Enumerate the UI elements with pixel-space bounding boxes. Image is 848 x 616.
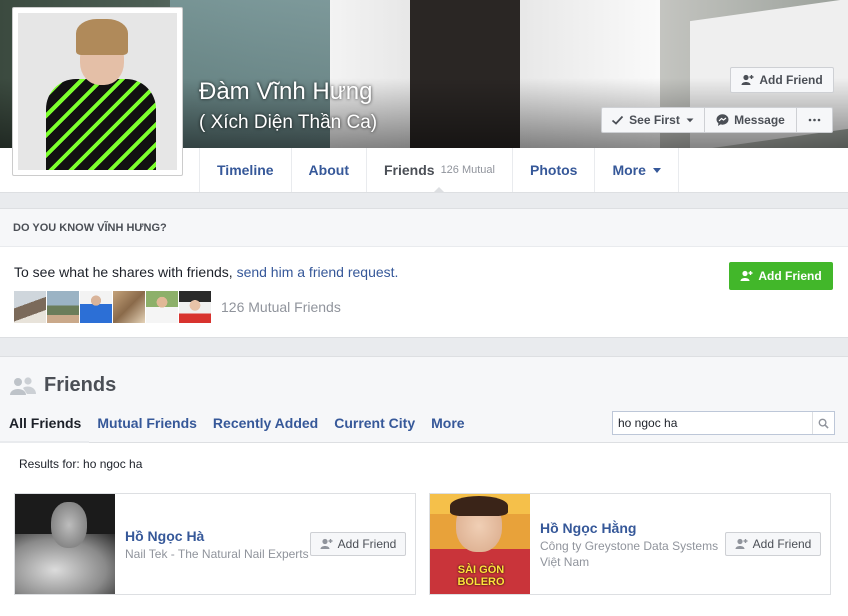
mutual-badge: 126 Mutual bbox=[440, 164, 495, 176]
add-friend-icon bbox=[740, 270, 753, 281]
add-friend-icon bbox=[741, 74, 754, 85]
avatar-body bbox=[46, 79, 156, 170]
filter-all-friends[interactable]: All Friends bbox=[0, 415, 90, 443]
friends-search bbox=[612, 411, 835, 435]
add-friend-button[interactable]: Add Friend bbox=[725, 532, 821, 556]
friends-filter-tabs: All Friends Mutual Friends Recently Adde… bbox=[0, 415, 465, 443]
friend-location: Việt Nam bbox=[540, 555, 590, 569]
filter-recently-added[interactable]: Recently Added bbox=[213, 415, 318, 431]
profile-alias: ( Xích Diện Thần Ca) bbox=[199, 112, 378, 133]
friend-photo-hair bbox=[450, 496, 508, 516]
friends-section: Friends All Friends Mutual Friends Recen… bbox=[0, 356, 848, 616]
friend-card: SÀI GÒN BOLERO Hồ Ngọc Hằng Công ty Grey… bbox=[429, 493, 831, 595]
messenger-icon bbox=[716, 114, 729, 126]
profile-name[interactable]: Đàm Vĩnh Hưng bbox=[199, 78, 372, 106]
friend-workplace[interactable]: Nail Tek - The Natural Nail Experts bbox=[125, 546, 309, 562]
friends-title: Friends bbox=[10, 374, 116, 397]
search-button[interactable] bbox=[812, 412, 834, 434]
tab-friends[interactable]: Friends 126 Mutual bbox=[365, 148, 512, 193]
filter-mutual-friends[interactable]: Mutual Friends bbox=[97, 415, 197, 431]
message-label: Message bbox=[734, 113, 785, 127]
add-friend-label: Add Friend bbox=[337, 537, 397, 551]
tab-label: Friends bbox=[383, 162, 435, 178]
filter-more[interactable]: More bbox=[431, 415, 464, 431]
friend-photo[interactable]: SÀI GÒN BOLERO bbox=[430, 494, 530, 594]
chevron-down-icon bbox=[686, 118, 694, 123]
friend-photo[interactable] bbox=[15, 494, 115, 594]
results-label: Results for: ho ngoc ha bbox=[19, 457, 143, 471]
tab-label: Photos bbox=[530, 162, 578, 178]
tab-photos[interactable]: Photos bbox=[512, 148, 594, 192]
tab-label: More bbox=[612, 162, 646, 178]
check-icon bbox=[612, 115, 624, 125]
see-first-button[interactable]: See First bbox=[601, 107, 705, 133]
filter-current-city[interactable]: Current City bbox=[334, 415, 415, 431]
mutual-friend-thumb[interactable] bbox=[80, 291, 112, 323]
add-friend-icon bbox=[320, 538, 333, 549]
mutual-friends-count[interactable]: 126 Mutual Friends bbox=[221, 299, 341, 315]
friends-title-text: Friends bbox=[44, 374, 117, 396]
friend-workplace[interactable]: Công ty Greystone Data Systems bbox=[540, 538, 718, 554]
tab-label: About bbox=[308, 162, 349, 178]
avatar-image bbox=[18, 13, 177, 170]
add-friend-label: Add Friend bbox=[752, 537, 812, 551]
ellipsis-icon bbox=[808, 118, 821, 122]
friends-header: Friends All Friends Mutual Friends Recen… bbox=[0, 357, 848, 443]
mutual-friend-thumb[interactable] bbox=[146, 291, 178, 323]
mutual-friend-thumb[interactable] bbox=[113, 291, 145, 323]
add-friend-label: Add Friend bbox=[759, 73, 823, 87]
friend-name[interactable]: Hồ Ngọc Hằng bbox=[540, 520, 636, 536]
tab-label: Timeline bbox=[217, 162, 274, 178]
friend-photo-face bbox=[51, 502, 87, 548]
add-friend-button-green[interactable]: Add Friend bbox=[729, 262, 833, 290]
tab-about[interactable]: About bbox=[290, 148, 366, 192]
add-friend-button-header[interactable]: Add Friend bbox=[730, 67, 834, 93]
know-message: To see what he shares with friends, bbox=[14, 264, 237, 280]
mutual-friend-thumb[interactable] bbox=[14, 291, 46, 323]
friends-icon bbox=[10, 376, 36, 395]
poster-text: SÀI GÒN BOLERO bbox=[457, 564, 505, 588]
know-heading: DO YOU KNOW VĨNH HƯNG? bbox=[0, 209, 848, 247]
more-options-button[interactable] bbox=[796, 107, 833, 133]
tab-timeline[interactable]: Timeline bbox=[199, 148, 291, 192]
tab-more[interactable]: More bbox=[594, 148, 679, 192]
mutual-friend-thumb[interactable] bbox=[179, 291, 211, 323]
profile-avatar[interactable] bbox=[12, 7, 183, 176]
add-friend-icon bbox=[735, 538, 748, 549]
friend-request-link[interactable]: send him a friend request. bbox=[237, 264, 399, 280]
add-friend-button[interactable]: Add Friend bbox=[310, 532, 406, 556]
add-friend-label: Add Friend bbox=[758, 269, 822, 283]
mutual-friend-thumbnails bbox=[14, 291, 211, 323]
profile-tabs: Timeline About Friends 126 Mutual Photos … bbox=[199, 148, 679, 193]
search-icon bbox=[818, 418, 829, 429]
know-him-card: DO YOU KNOW VĨNH HƯNG? To see what he sh… bbox=[0, 208, 848, 338]
message-button[interactable]: Message bbox=[704, 107, 797, 133]
friends-search-input[interactable] bbox=[613, 412, 812, 434]
mutual-friend-thumb[interactable] bbox=[47, 291, 79, 323]
friend-card: Hồ Ngọc Hà Nail Tek - The Natural Nail E… bbox=[14, 493, 416, 595]
know-text: To see what he shares with friends, send… bbox=[14, 264, 398, 280]
see-first-label: See First bbox=[629, 113, 680, 127]
chevron-down-icon bbox=[652, 168, 661, 177]
friend-name[interactable]: Hồ Ngọc Hà bbox=[125, 528, 204, 544]
avatar-hair bbox=[76, 19, 128, 55]
